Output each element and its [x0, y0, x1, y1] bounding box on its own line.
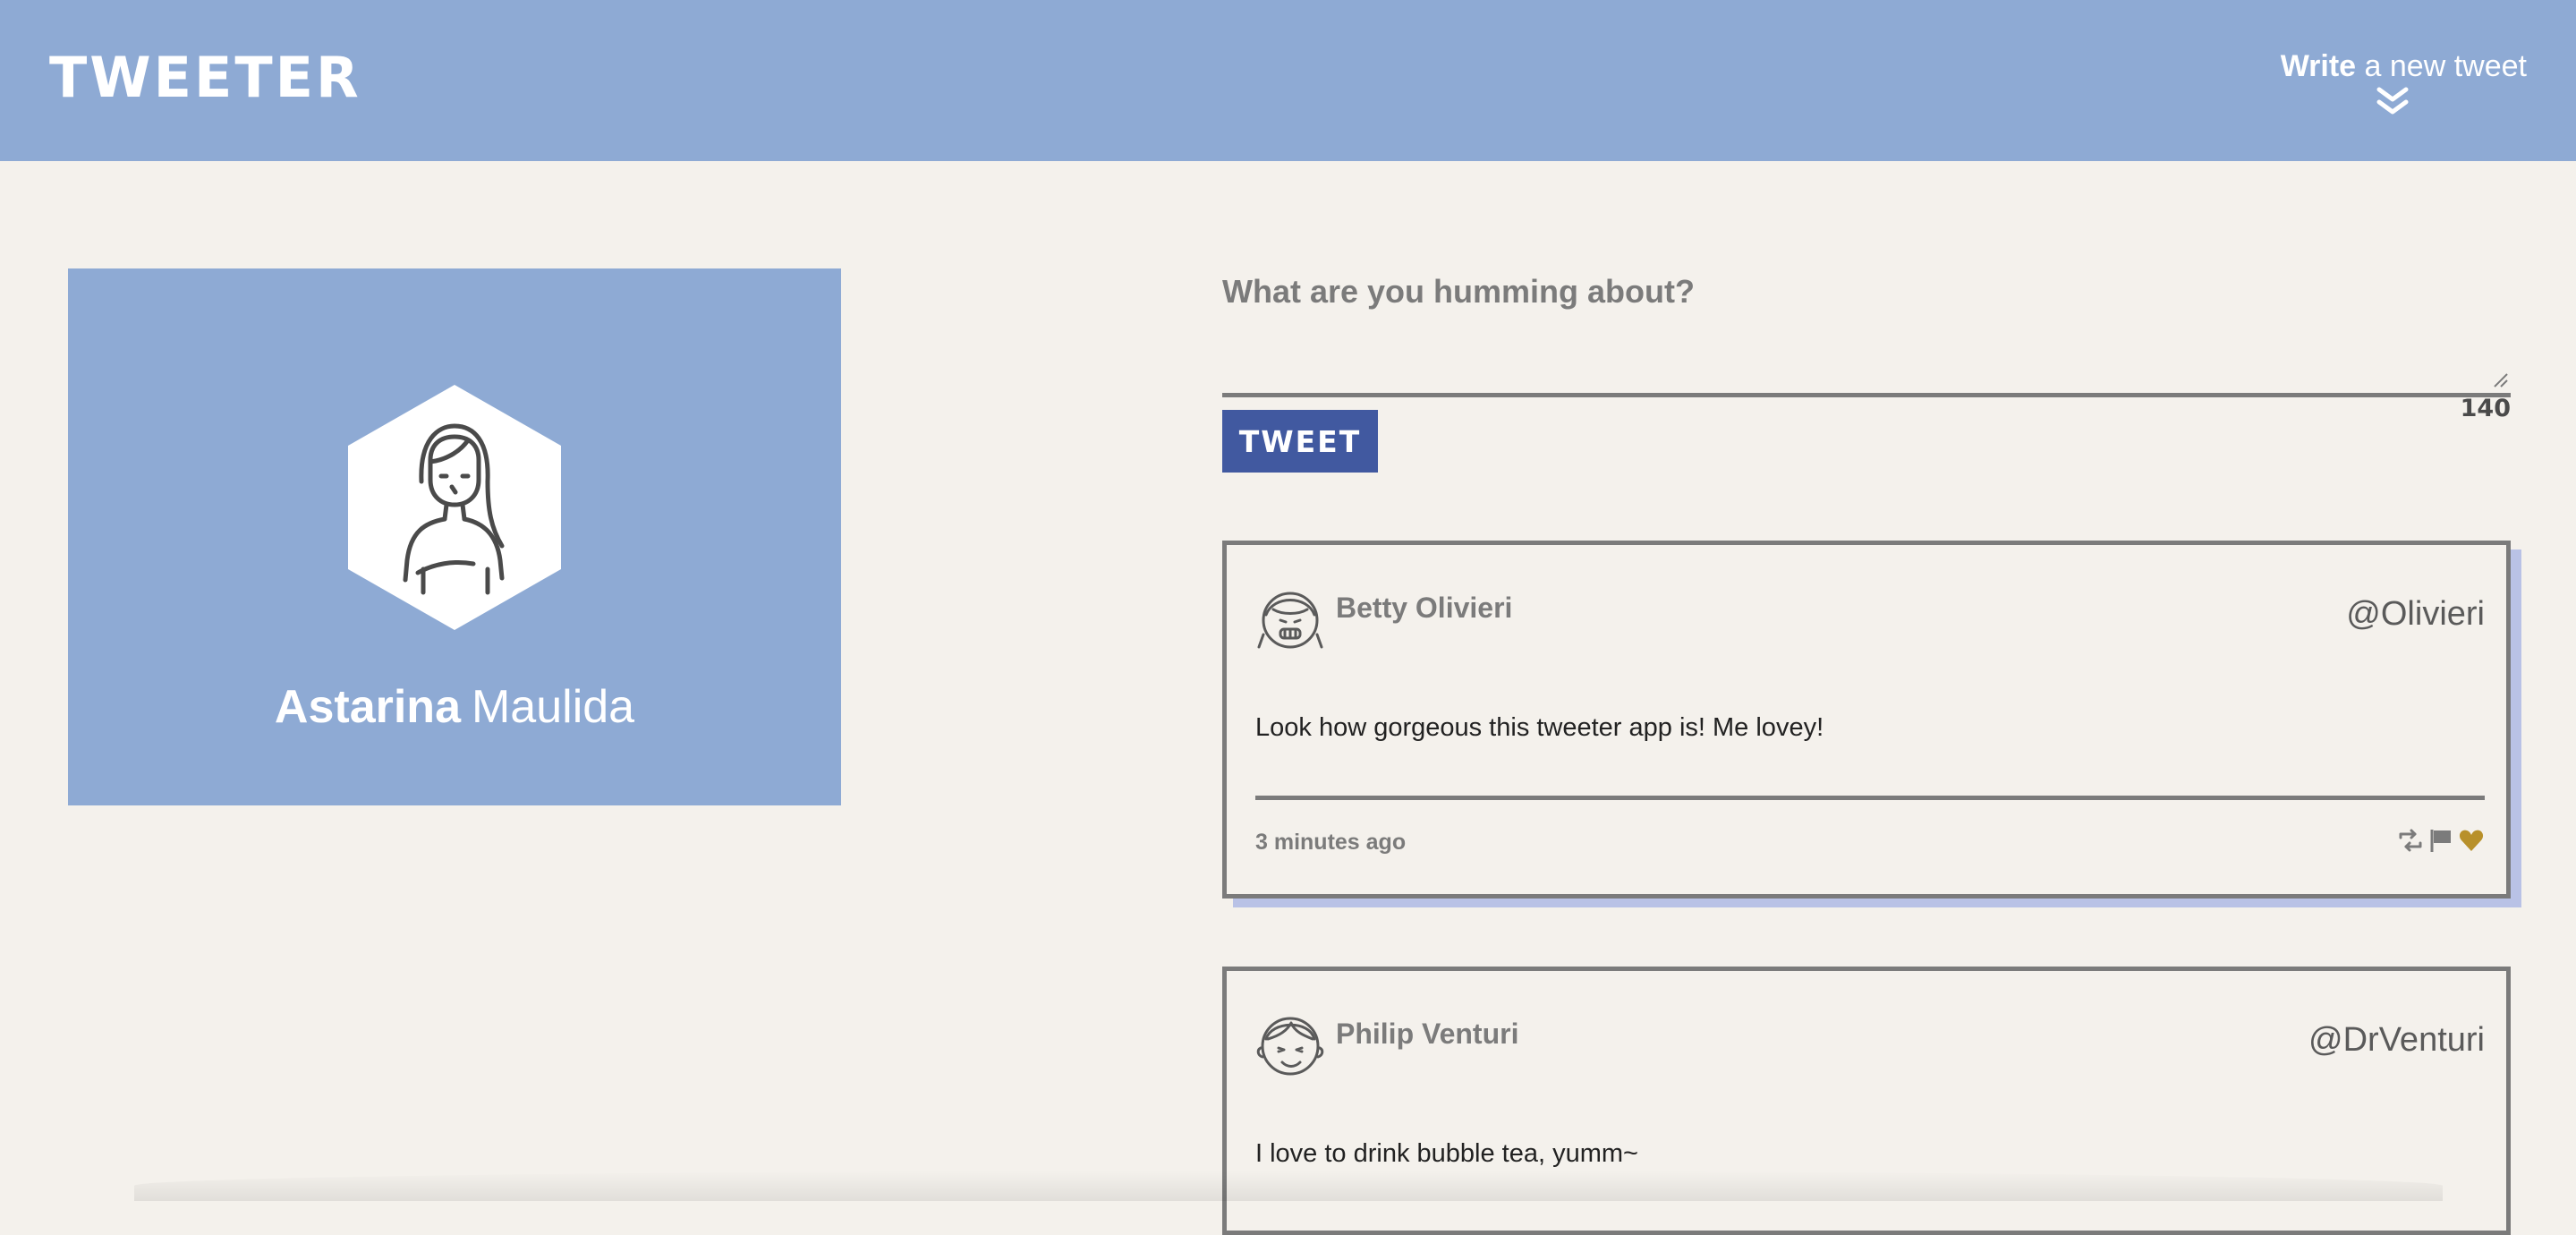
tweet-card: Philip Venturi @DrVenturi I love to drin…	[1222, 967, 2511, 1235]
write-rest-text: a new tweet	[2364, 49, 2527, 83]
flag-icon[interactable]	[2427, 827, 2454, 854]
tweet-footer: 3 minutes ago	[1255, 796, 2485, 855]
app-logo[interactable]: TWEETER	[49, 47, 361, 109]
tweet-author-avatar	[1257, 592, 1323, 649]
tweet-submit-button[interactable]: TWEET	[1222, 410, 1378, 473]
top-navigation-bar: TWEETER Write a new tweet	[0, 0, 2576, 161]
tweet-textarea[interactable]	[1222, 319, 2511, 397]
profile-card: Astarina Maulida	[68, 268, 841, 805]
tweet-author-handle[interactable]: @Olivieri	[2346, 593, 2485, 635]
tweet-header: Betty Olivieri @Olivieri	[1255, 583, 2485, 656]
tweet-header: Philip Venturi @DrVenturi	[1255, 1009, 2485, 1082]
tweet-card: Betty Olivieri @Olivieri Look how gorgeo…	[1222, 541, 2511, 899]
compose-prompt-label: What are you humming about?	[1222, 273, 1695, 310]
write-new-tweet-toggle[interactable]: Write a new tweet	[2258, 47, 2527, 118]
character-counter: 140	[2460, 395, 2511, 422]
profile-avatar	[348, 385, 561, 630]
write-new-tweet-label: Write a new tweet	[2258, 47, 2527, 86]
resize-handle-icon[interactable]	[2493, 372, 2509, 388]
heart-icon[interactable]	[2458, 827, 2485, 854]
profile-full-name: Astarina Maulida	[68, 680, 841, 734]
tweet-author-handle[interactable]: @DrVenturi	[2308, 1019, 2485, 1060]
tweet-author-avatar	[1256, 1017, 1324, 1076]
tweet-text: I love to drink bubble tea, yumm~	[1255, 1139, 1638, 1168]
tweet-text: Look how gorgeous this tweeter app is! M…	[1255, 713, 1824, 742]
compose-tweet-form: What are you humming about? TWEET 140	[1222, 265, 2511, 473]
double-chevron-down-icon[interactable]	[2372, 86, 2413, 118]
tweet-timestamp: 3 minutes ago	[1255, 830, 1407, 855]
tweet-author-name[interactable]: Philip Venturi	[1336, 1016, 1518, 1052]
write-strong-text: Write	[2280, 49, 2357, 83]
profile-first-name: Astarina	[274, 681, 461, 733]
profile-last-name: Maulida	[471, 681, 635, 733]
tweet-author-name[interactable]: Betty Olivieri	[1336, 590, 1512, 626]
tweet-actions	[2397, 827, 2485, 854]
retweet-icon[interactable]	[2397, 827, 2424, 854]
